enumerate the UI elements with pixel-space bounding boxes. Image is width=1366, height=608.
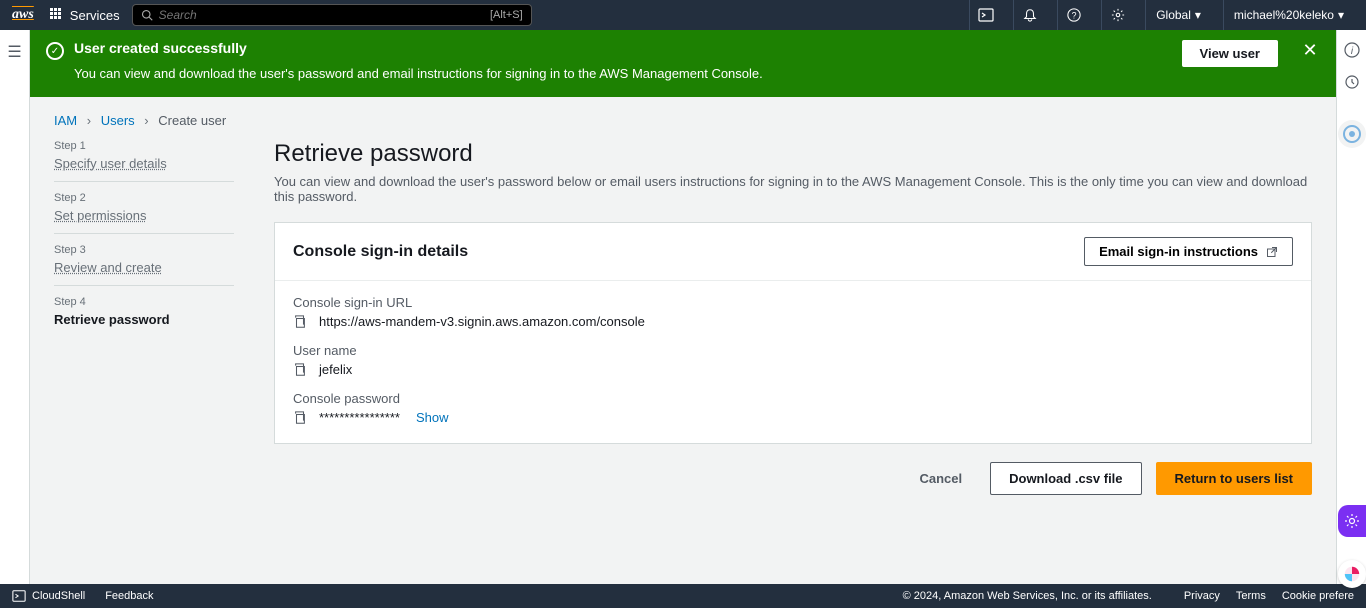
copy-icon[interactable]	[293, 315, 309, 329]
breadcrumb-iam[interactable]: IAM	[54, 113, 77, 128]
top-nav: aws Services [Alt+S] ? Global ▾ michael%…	[0, 0, 1366, 30]
float-widget-3[interactable]	[1338, 560, 1366, 588]
username-field: User name jefelix	[293, 343, 1293, 377]
chevron-right-icon: ›	[144, 113, 148, 128]
copy-icon[interactable]	[293, 411, 309, 425]
help-icon[interactable]: ?	[1057, 0, 1089, 30]
step-name: Retrieve password	[54, 312, 234, 327]
step-num: Step 1	[54, 140, 234, 152]
close-icon[interactable]: ✕	[1300, 40, 1320, 61]
step-4: Step 4 Retrieve password	[54, 286, 234, 337]
copy-icon[interactable]	[293, 363, 309, 377]
signin-url-value: https://aws-mandem-v3.signin.aws.amazon.…	[319, 314, 645, 329]
steps-sidebar: Step 1 Specify user details Step 2 Set p…	[54, 140, 234, 513]
step-num: Step 3	[54, 244, 234, 256]
chevron-down-icon: ▾	[1338, 8, 1344, 22]
search-box[interactable]: [Alt+S]	[132, 4, 532, 26]
privacy-link[interactable]: Privacy	[1184, 590, 1220, 602]
actions-row: Cancel Download .csv file Return to user…	[274, 444, 1312, 513]
password-field: Console password **************** Show	[293, 391, 1293, 425]
settings-icon[interactable]	[1101, 0, 1133, 30]
float-widget-2[interactable]	[1338, 505, 1366, 537]
email-btn-label: Email sign-in instructions	[1099, 244, 1258, 259]
feedback-link[interactable]: Feedback	[105, 590, 153, 602]
cancel-button[interactable]: Cancel	[905, 462, 976, 495]
view-user-button[interactable]: View user	[1182, 40, 1278, 67]
cloudshell-link[interactable]: CloudShell	[12, 589, 85, 603]
cloudshell-label: CloudShell	[32, 590, 85, 602]
bottom-bar: CloudShell Feedback © 2024, Amazon Web S…	[0, 584, 1366, 608]
banner-desc: You can view and download the user's pas…	[74, 66, 1172, 81]
step-num: Step 4	[54, 296, 234, 308]
region-label: Global	[1156, 8, 1191, 22]
external-link-icon	[1266, 246, 1278, 258]
search-shortcut: [Alt+S]	[490, 9, 523, 21]
banner-title: User created successfully	[74, 40, 1172, 56]
field-label: Console password	[293, 391, 1293, 406]
content-area: ✓ User created successfully You can view…	[30, 30, 1336, 584]
svg-text:?: ?	[1071, 11, 1076, 21]
history-icon[interactable]	[1344, 74, 1360, 90]
step-3[interactable]: Step 3 Review and create	[54, 234, 234, 286]
cookie-link[interactable]: Cookie prefere	[1282, 590, 1354, 602]
card-title: Console sign-in details	[293, 243, 468, 261]
breadcrumb-users[interactable]: Users	[101, 113, 135, 128]
right-panel-toggle: i	[1336, 30, 1366, 584]
step-name: Set permissions	[54, 208, 234, 223]
grid-icon	[50, 8, 64, 22]
page-title: Retrieve password	[274, 140, 1312, 168]
services-label: Services	[70, 8, 120, 23]
step-2[interactable]: Step 2 Set permissions	[54, 182, 234, 234]
field-label: User name	[293, 343, 1293, 358]
page-desc: You can view and download the user's pas…	[274, 174, 1312, 204]
info-icon[interactable]: i	[1344, 42, 1360, 58]
notifications-icon[interactable]	[1013, 0, 1045, 30]
search-input[interactable]	[159, 8, 490, 22]
show-password-link[interactable]: Show	[416, 410, 449, 425]
region-selector[interactable]: Global ▾	[1145, 0, 1211, 30]
user-label: michael%20keleko	[1234, 8, 1334, 22]
step-name: Specify user details	[54, 156, 234, 171]
email-instructions-button[interactable]: Email sign-in instructions	[1084, 237, 1293, 266]
search-icon	[141, 9, 153, 21]
password-mask: ****************	[319, 410, 400, 425]
success-banner: ✓ User created successfully You can view…	[30, 30, 1336, 97]
signin-details-card: Console sign-in details Email sign-in in…	[274, 222, 1312, 444]
user-menu[interactable]: michael%20keleko ▾	[1223, 0, 1354, 30]
signin-url-field: Console sign-in URL https://aws-mandem-v…	[293, 295, 1293, 329]
left-panel-toggle: ☰	[0, 30, 30, 584]
svg-text:i: i	[1350, 46, 1353, 57]
success-check-icon: ✓	[46, 42, 64, 60]
cloudshell-icon[interactable]	[969, 0, 1001, 30]
field-label: Console sign-in URL	[293, 295, 1293, 310]
aws-logo[interactable]: aws	[12, 7, 34, 23]
breadcrumb: IAM › Users › Create user	[30, 97, 1336, 140]
breadcrumb-current: Create user	[158, 113, 226, 128]
float-widget-1[interactable]	[1338, 120, 1366, 148]
services-menu[interactable]: Services	[50, 8, 120, 23]
hamburger-icon[interactable]: ☰	[7, 42, 21, 62]
step-name: Review and create	[54, 260, 234, 275]
step-num: Step 2	[54, 192, 234, 204]
download-csv-button[interactable]: Download .csv file	[990, 462, 1141, 495]
return-users-button[interactable]: Return to users list	[1156, 462, 1312, 495]
copyright: © 2024, Amazon Web Services, Inc. or its…	[903, 590, 1152, 602]
chevron-down-icon: ▾	[1195, 8, 1201, 22]
chevron-right-icon: ›	[87, 113, 91, 128]
step-1[interactable]: Step 1 Specify user details	[54, 140, 234, 182]
username-value: jefelix	[319, 362, 352, 377]
terms-link[interactable]: Terms	[1236, 590, 1266, 602]
